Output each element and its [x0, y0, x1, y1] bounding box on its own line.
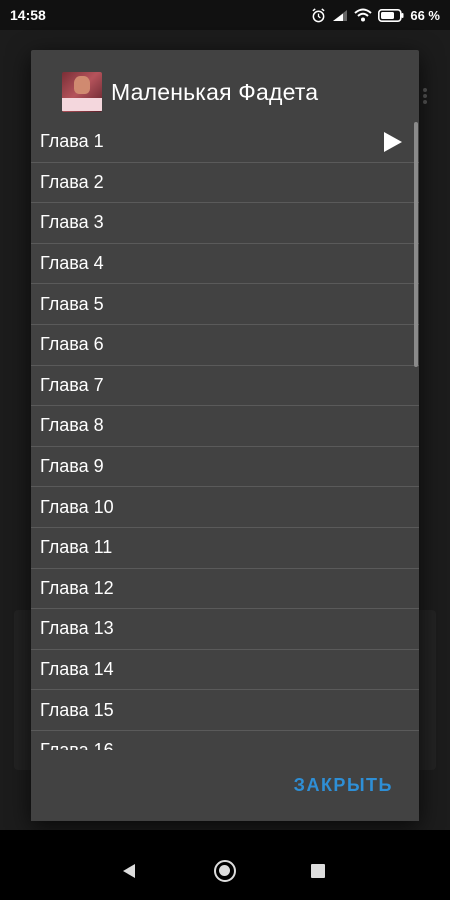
overflow-menu-icon [422, 86, 428, 106]
chapter-item[interactable]: Глава 15 [31, 690, 419, 731]
dialog-header: Маленькая Фадета [31, 50, 419, 122]
wifi-icon [354, 8, 373, 22]
chapter-list[interactable]: Глава 1 Глава 2 Глава 3 Глава 4 Глава 5 Глава… [31, 122, 419, 799]
navigation-bar [0, 830, 450, 900]
recents-icon[interactable] [311, 864, 325, 878]
battery-percent: 66 % [410, 7, 440, 23]
chapter-label: Глава 3 [40, 212, 104, 233]
screen: 14:58 66 % Маленькая Фадета Глава 1 Глав… [0, 0, 450, 900]
chapter-label: Глава 5 [40, 293, 104, 314]
chapters-dialog: Маленькая Фадета Глава 1 Глава 2 Глава 3 Гл… [31, 50, 419, 821]
chapter-label: Глава 10 [40, 496, 114, 517]
chapter-label: Глава 6 [40, 334, 104, 355]
chapter-label: Глава 14 [40, 659, 114, 680]
signal-icon [332, 9, 348, 22]
chapter-item[interactable]: Глава 1 [31, 122, 419, 163]
book-cover-image [62, 72, 102, 112]
battery-icon [378, 8, 404, 22]
home-icon[interactable] [214, 860, 236, 882]
chapter-item[interactable]: Глава 13 [31, 609, 419, 650]
chapter-item[interactable]: Глава 3 [31, 203, 419, 244]
dialog-footer: ЗАКРЫТЬ [31, 750, 419, 821]
chapter-item[interactable]: Глава 2 [31, 163, 419, 204]
chapter-label: Глава 13 [40, 618, 114, 639]
status-icons: 66 % [311, 8, 440, 23]
status-bar: 14:58 66 % [0, 0, 450, 30]
chapter-label: Глава 8 [40, 415, 104, 436]
chapter-item[interactable]: Глава 11 [31, 528, 419, 569]
chapter-label: Глава 4 [40, 253, 104, 274]
chapter-label: Глава 11 [40, 537, 113, 558]
alarm-icon [311, 7, 326, 23]
chapter-item[interactable]: Глава 6 [31, 325, 419, 366]
scrollbar[interactable] [414, 122, 418, 367]
chapter-label: Глава 1 [40, 131, 104, 152]
chapter-item[interactable]: Глава 7 [31, 366, 419, 407]
chapter-label: Глава 9 [40, 456, 104, 477]
chapter-item[interactable]: Глава 5 [31, 284, 419, 325]
chapter-item[interactable]: Глава 9 [31, 447, 419, 488]
chapter-label: Глава 7 [40, 374, 104, 395]
dialog-title: Маленькая Фадета [111, 79, 319, 105]
chapter-label: Глава 15 [40, 699, 114, 720]
status-time: 14:58 [10, 7, 46, 23]
play-icon[interactable] [381, 131, 403, 153]
close-button[interactable]: ЗАКРЫТЬ [294, 775, 393, 796]
chapter-item[interactable]: Глава 4 [31, 244, 419, 285]
chapter-item[interactable]: Глава 14 [31, 650, 419, 691]
chapter-label: Глава 12 [40, 577, 114, 598]
chapter-label: Глава 2 [40, 171, 104, 192]
chapter-item[interactable]: Глава 8 [31, 406, 419, 447]
chapter-item[interactable]: Глава 10 [31, 487, 419, 528]
chapter-item[interactable]: Глава 12 [31, 569, 419, 610]
back-icon[interactable] [122, 863, 136, 884]
